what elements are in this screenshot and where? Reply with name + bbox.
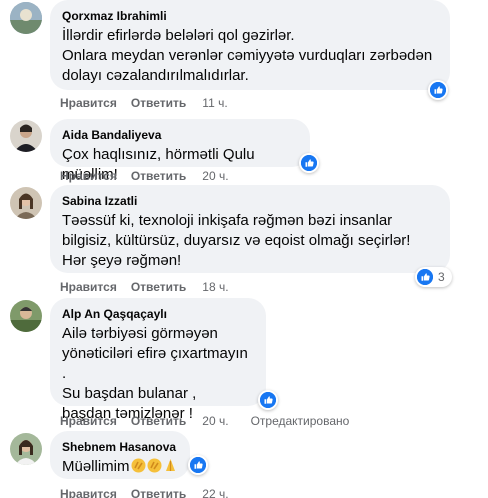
thumbs-up-icon [430,82,446,98]
comment-author[interactable]: Alp An Qaşqaçaylı [62,306,254,322]
comment-text: Təəssüf ki, texnoloji inkişafa rəğmən bə… [62,212,411,269]
reply-button[interactable]: Ответить [131,280,186,294]
like-button[interactable]: Нравится [60,169,117,183]
thumbs-up-icon [190,457,206,473]
avatar[interactable] [10,120,42,152]
comment-text: İllərdir efirlərdə belələri qol gəzirlər… [62,27,433,84]
like-button[interactable]: Нравится [60,487,117,498]
comment-text: Müəllimim [62,457,178,477]
like-button[interactable]: Нравится [60,280,117,294]
reaction-badge[interactable]: 3 [415,267,452,287]
reply-button[interactable]: Ответить [131,96,186,110]
avatar[interactable] [10,433,42,465]
reaction-count: 3 [438,270,445,284]
reaction-badge[interactable] [258,390,278,410]
comment-bubble: Aida Bandaliyeva Çox haqlısınız, hörmətl… [50,119,310,183]
reply-button[interactable]: Ответить [131,487,186,498]
comment-actions: Нравится Ответить 20 ч. Отредактировано [60,413,349,429]
comment-bubble: Sabina Izzatli Təəssüf ki, texnoloji ink… [50,185,450,273]
comment: Aida Bandaliyeva Çox haqlısınız, hörmətl… [0,119,488,189]
thumbs-up-icon [417,269,433,285]
comment-bubble: Alp An Qaşqaçaylı Ailə tərbiyəsi görməyə… [50,298,266,422]
comment: Qorxmaz Ibrahimli İllərdir efirlərdə bel… [0,0,488,110]
comment-author[interactable]: Qorxmaz Ibrahimli [62,8,438,24]
comment-text-content: Müəllimim [62,458,130,475]
reply-button[interactable]: Ответить [131,414,186,428]
reaction-badge[interactable] [428,80,448,100]
avatar[interactable] [10,300,42,332]
comment: Shebnem Hasanova Müəllimim Нравится Ответ… [0,431,488,498]
comment-text: Ailə tərbiyəsi görməyən yönəticiləri efi… [62,325,248,422]
folded-hands-emoji [163,458,178,473]
reaction-badge[interactable] [188,455,208,475]
comment-actions: Нравится Ответить 11 ч. [60,95,228,111]
comment-time[interactable]: 18 ч. [202,280,228,294]
comment-time[interactable]: 11 ч. [202,96,227,110]
reply-button[interactable]: Ответить [131,169,186,183]
comment-author[interactable]: Shebnem Hasanova [62,439,178,455]
comment-time[interactable]: 22 ч. [202,487,228,498]
comment-author[interactable]: Sabina Izzatli [62,193,438,209]
thumbs-up-icon [260,392,276,408]
comment: Sabina Izzatli Təəssüf ki, texnoloji ink… [0,185,488,295]
clapping-hands-emoji [131,458,146,473]
like-button[interactable]: Нравится [60,414,117,428]
comment: Alp An Qaşqaçaylı Ailə tərbiyəsi görməyə… [0,298,488,428]
avatar[interactable] [10,187,42,219]
comment-bubble: Qorxmaz Ibrahimli İllərdir efirlərdə bel… [50,0,450,90]
reaction-badge[interactable] [299,153,319,173]
comment-actions: Нравится Ответить 20 ч. [60,168,229,184]
comment-time[interactable]: 20 ч. [202,414,228,428]
comment-actions: Нравится Ответить 18 ч. [60,279,229,295]
comment-bubble: Shebnem Hasanova Müəllimim [50,431,190,479]
comment-time[interactable]: 20 ч. [202,169,228,183]
avatar[interactable] [10,2,42,34]
thumbs-up-icon [301,155,317,171]
clapping-hands-emoji [147,458,162,473]
comment-author[interactable]: Aida Bandaliyeva [62,127,298,143]
edited-label[interactable]: Отредактировано [251,414,350,428]
comment-actions: Нравится Ответить 22 ч. [60,486,229,498]
like-button[interactable]: Нравится [60,96,117,110]
